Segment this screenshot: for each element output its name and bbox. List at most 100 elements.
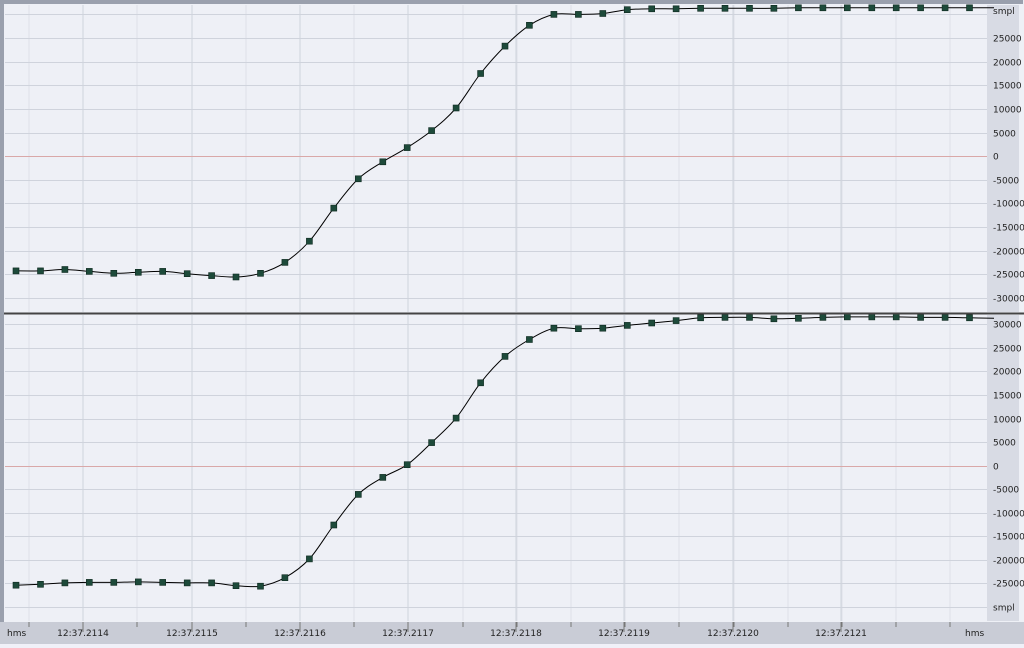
y-tick-label: 10000 xyxy=(993,106,1022,116)
y-axis-strip xyxy=(987,315,1019,621)
sample-point xyxy=(843,313,851,321)
left-border xyxy=(0,0,4,622)
sample-point xyxy=(648,5,656,13)
sample-point xyxy=(746,5,753,12)
y-tick-label: -25000 xyxy=(993,271,1024,281)
sample-point xyxy=(257,582,264,590)
sample-point xyxy=(232,582,240,590)
sample-point xyxy=(623,6,631,13)
sample-point xyxy=(281,574,289,582)
sample-point xyxy=(697,314,704,322)
top-border xyxy=(0,0,1023,4)
sample-point xyxy=(941,4,949,12)
sample-point xyxy=(550,11,558,18)
plot-area xyxy=(5,5,987,312)
y-tick-label: 20000 xyxy=(993,368,1022,378)
x-axis-unit-right: hms xyxy=(965,629,984,639)
sample-point xyxy=(501,353,509,360)
x-tick-label: 12:37.2119 xyxy=(598,629,650,639)
y-tick-label: -20000 xyxy=(993,557,1024,567)
waveform-chart: 25000 20000 15000 10000 5000 0 -5000 -10000 -150… xyxy=(0,0,1024,644)
sample-point xyxy=(354,175,362,183)
y-tick-label: -20000 xyxy=(993,248,1024,258)
y-tick-label: -5000 xyxy=(993,486,1019,496)
sample-point xyxy=(917,314,924,321)
sample-point xyxy=(819,314,827,321)
sample-point xyxy=(135,268,142,276)
y-tick-label: -10000 xyxy=(993,510,1024,520)
sample-point xyxy=(599,324,607,332)
sample-point xyxy=(819,4,827,12)
sample-point xyxy=(770,5,778,12)
y-tick-label: 0 xyxy=(993,463,999,473)
sample-point xyxy=(477,379,484,387)
sample-point xyxy=(917,4,924,12)
sample-point xyxy=(770,315,778,323)
y-tick-label: -10000 xyxy=(993,200,1024,210)
x-tick-label: 12:37.2120 xyxy=(707,629,759,639)
sample-point xyxy=(941,314,949,321)
y-tick-label: 20000 xyxy=(993,59,1022,69)
y-tick-label: -30000 xyxy=(993,295,1024,305)
sample-point xyxy=(232,273,240,281)
sample-point xyxy=(306,555,313,563)
sample-point xyxy=(379,474,387,481)
sample-point xyxy=(330,521,338,529)
sample-point xyxy=(12,581,20,589)
sample-point xyxy=(868,313,876,321)
sample-point xyxy=(159,268,166,275)
y-tick-label: 25000 xyxy=(993,35,1022,45)
sample-point xyxy=(208,272,215,279)
sample-point xyxy=(281,259,289,266)
x-tick-label: 12:37.2117 xyxy=(382,629,434,639)
y-axis-unit-label: smpl xyxy=(993,7,1015,17)
sample-point xyxy=(86,268,93,275)
sample-point xyxy=(697,5,704,12)
sample-point xyxy=(966,4,973,12)
sample-point xyxy=(526,21,533,29)
sample-point xyxy=(575,11,582,18)
sample-point xyxy=(330,204,338,212)
sample-point xyxy=(110,269,118,277)
sample-point xyxy=(795,4,802,12)
x-tick-label: 12:37.2114 xyxy=(57,629,109,639)
sample-point xyxy=(648,319,656,327)
sample-point xyxy=(257,269,264,277)
sample-point xyxy=(526,336,533,343)
sample-point xyxy=(135,578,142,586)
y-tick-label: 10000 xyxy=(993,416,1022,426)
sample-point xyxy=(183,579,191,587)
sample-point xyxy=(868,4,876,12)
top-panel: 25000 20000 15000 10000 5000 0 -5000 -10000 -150… xyxy=(5,4,1024,312)
x-tick-label: 12:37.2118 xyxy=(490,629,542,639)
sample-point xyxy=(208,579,215,587)
sample-point xyxy=(795,314,802,322)
sample-point xyxy=(966,314,973,322)
waveform-viewer: 25000 20000 15000 10000 5000 0 -5000 -10000 -150… xyxy=(0,0,1024,644)
plot-area xyxy=(5,315,987,621)
y-tick-label: -15000 xyxy=(993,533,1024,543)
sample-point xyxy=(428,439,435,446)
y-tick-label: 0 xyxy=(993,153,999,163)
sample-point xyxy=(746,314,753,321)
sample-point xyxy=(428,127,435,134)
y-tick-label: 15000 xyxy=(993,392,1022,402)
y-tick-label: -15000 xyxy=(993,224,1024,234)
sample-point xyxy=(159,579,166,586)
sample-point xyxy=(37,580,44,588)
time-axis: hms hms 12:37.2114 12:37.2115 12:37.2116 12:3… xyxy=(0,622,1024,644)
x-tick-label: 12:37.2116 xyxy=(274,629,326,639)
x-tick-label: 12:37.2115 xyxy=(166,629,218,639)
sample-point xyxy=(86,579,93,586)
sample-point xyxy=(623,322,631,329)
y-tick-label: 5000 xyxy=(993,130,1016,140)
x-tick-label: 12:37.2121 xyxy=(815,629,867,639)
y-tick-label: -5000 xyxy=(993,177,1019,187)
sample-point xyxy=(61,579,69,587)
y-axis-strip xyxy=(987,5,1019,312)
sample-point xyxy=(843,4,851,12)
sample-point xyxy=(501,42,509,50)
sample-point xyxy=(477,70,484,77)
y-tick-label: 15000 xyxy=(993,82,1022,92)
sample-point xyxy=(599,10,607,17)
